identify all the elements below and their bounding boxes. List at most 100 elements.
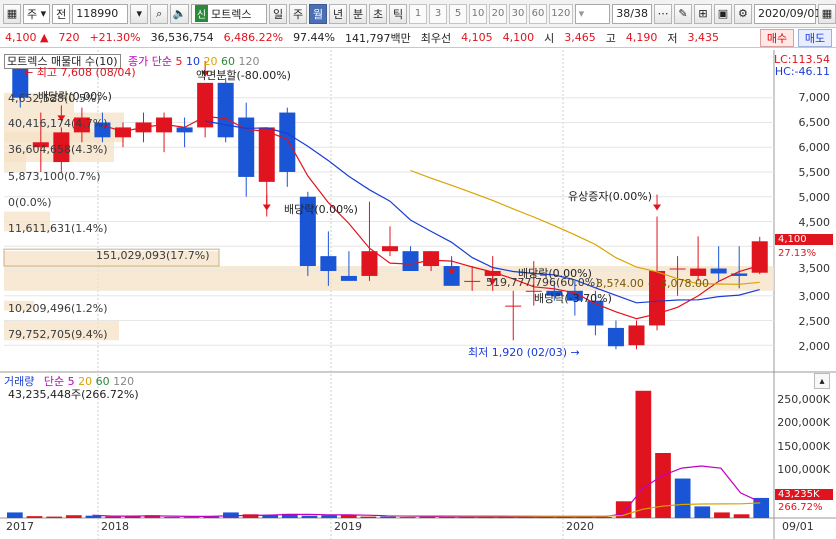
- volume-tag: 43,235K: [775, 489, 833, 500]
- period-month-button[interactable]: 월: [309, 3, 328, 24]
- range-text: 3,5?4.00 ~ 3,078.00: [596, 277, 710, 290]
- volume-ratio: 97.44%: [293, 31, 336, 44]
- ma-5-label: 5: [175, 55, 183, 68]
- search-icon[interactable]: ⌕: [150, 3, 169, 24]
- lock-icon[interactable]: ▣: [713, 3, 732, 24]
- candle-body: [710, 268, 727, 274]
- period-input[interactable]: ▾: [574, 3, 611, 24]
- candle-body: [505, 305, 522, 307]
- num-1-button[interactable]: 1: [409, 3, 428, 24]
- calendar-icon[interactable]: ▦: [817, 3, 836, 24]
- volume-profile-label-6: 11,611,631(1.4%): [8, 222, 108, 235]
- draw-tool-icon[interactable]: ✎: [673, 3, 692, 24]
- num-60-button[interactable]: 60: [529, 3, 548, 24]
- num-5-button[interactable]: 5: [449, 3, 468, 24]
- chart-background: [0, 50, 836, 539]
- page-count: 38/38: [612, 3, 652, 24]
- candle-body: [176, 127, 193, 133]
- x-label-2017: 2017: [6, 520, 34, 533]
- best-buy: 4,100: [502, 31, 535, 44]
- vol-tick-250000: 250,000K: [777, 393, 830, 406]
- volume-profile-label-5: 0(0.0%): [8, 196, 52, 209]
- candle-body: [340, 275, 357, 281]
- volume-bar: [399, 517, 416, 518]
- sell-button[interactable]: 매도: [798, 29, 832, 47]
- stock-code-input[interactable]: 118990: [72, 3, 129, 24]
- x-label-2020: 2020: [566, 520, 594, 533]
- candle-body: [669, 268, 686, 270]
- market-select[interactable]: 전: [52, 3, 71, 24]
- type-select[interactable]: 주 ▾: [23, 3, 51, 24]
- y-tick-7000: 7,000: [798, 91, 831, 104]
- y-tick-4500: 4,500: [798, 216, 831, 229]
- current-price-tag-pct: 27.13%: [778, 248, 817, 259]
- candle-body: [628, 325, 645, 346]
- num-20-button[interactable]: 20: [489, 3, 508, 24]
- volume-summary: 43,235,448주(266.72%): [8, 388, 139, 401]
- volume-bar: [164, 517, 180, 518]
- buy-button[interactable]: 매수: [760, 29, 794, 47]
- best-sell: 4,105: [461, 31, 493, 44]
- volume-bar: [694, 506, 711, 518]
- volume-profile-label-4: 5,873,100(0.7%): [8, 170, 101, 183]
- annotation-dividend-2: 배당락(0.00%): [284, 203, 358, 216]
- low-price: 3,435: [687, 31, 720, 44]
- period-day-button[interactable]: 일: [269, 3, 288, 24]
- volume-bar: [714, 512, 730, 518]
- y-tick-5500: 5,500: [798, 166, 831, 179]
- num-30-button[interactable]: 30: [509, 3, 528, 24]
- price-chart[interactable]: [0, 50, 836, 539]
- x-label-2019: 2019: [334, 520, 362, 533]
- volume-profile-label-8: 519,777,796(60.0%): [486, 276, 600, 289]
- volume-profile-label-2: 40,416,174(4.7%): [8, 117, 108, 130]
- price-change-pct: +21.30%: [89, 31, 141, 44]
- volume-bar: [380, 516, 396, 518]
- grid-icon[interactable]: ⋯: [653, 3, 672, 24]
- vol-tick-150000: 150,000K: [777, 440, 830, 453]
- period-second-button[interactable]: 초: [369, 3, 388, 24]
- trade-amount: 141,797백만: [345, 31, 411, 45]
- volume-profile-label-10: 79,752,705(9.4%): [8, 328, 108, 341]
- y-tick-5000: 5,000: [798, 191, 831, 204]
- volume-bar: [26, 516, 43, 518]
- volume-bar: [301, 515, 318, 518]
- x-label-end: 09/01: [782, 520, 814, 533]
- candle-body: [690, 268, 707, 276]
- volume-profile-label-7: 151,029,093(17.7%): [96, 249, 210, 262]
- candle-body: [381, 246, 399, 252]
- num-3-button[interactable]: 3: [429, 3, 448, 24]
- period-week-button[interactable]: 주: [289, 3, 308, 24]
- volume-bar: [7, 512, 23, 518]
- volume-profile-label-3: 36,604,658(4.3%): [8, 143, 108, 156]
- settings-icon[interactable]: ⚙: [733, 3, 752, 24]
- stock-name-field[interactable]: 신 모트렉스: [190, 3, 268, 24]
- x-label-2018: 2018: [101, 520, 129, 533]
- period-year-button[interactable]: 년: [329, 3, 348, 24]
- y-tick-3000: 3,000: [798, 290, 831, 303]
- candle-body: [751, 241, 768, 273]
- annotation-rights-offering: 유상증자(0.00%): [568, 190, 653, 203]
- volume-bar: [65, 515, 82, 518]
- crosshair-icon[interactable]: ⊞: [693, 3, 712, 24]
- candle-body: [114, 127, 131, 138]
- panel-collapse-icon[interactable]: ▴: [814, 373, 830, 389]
- date-input[interactable]: 2020/09/01: [753, 3, 821, 24]
- candle-body: [464, 280, 481, 282]
- volume-profile-label-1: 4,652,528(0.5%): [8, 92, 101, 105]
- speaker-icon[interactable]: 🔈: [170, 3, 189, 24]
- annotation-dividend-4: 배당락(-3.70%): [534, 292, 612, 305]
- y-tick-2500: 2,500: [798, 315, 831, 328]
- y-tick-6500: 6,500: [798, 116, 831, 129]
- code-dropdown-icon[interactable]: ▾: [130, 3, 149, 24]
- period-minute-button[interactable]: 분: [349, 3, 368, 24]
- num-10-button[interactable]: 10: [469, 3, 488, 24]
- period-tick-button[interactable]: 틱: [389, 3, 408, 24]
- open-price: 3,465: [564, 31, 596, 44]
- num-120-button[interactable]: 120: [549, 3, 573, 24]
- volume-bar: [635, 390, 652, 518]
- low-marker: 최저 1,920 (02/03) →: [468, 346, 580, 359]
- candle-body: [320, 256, 337, 271]
- best-label: 최우선: [420, 31, 452, 45]
- chart-menu-icon[interactable]: ▦: [3, 3, 21, 24]
- low-label: 저: [667, 31, 678, 45]
